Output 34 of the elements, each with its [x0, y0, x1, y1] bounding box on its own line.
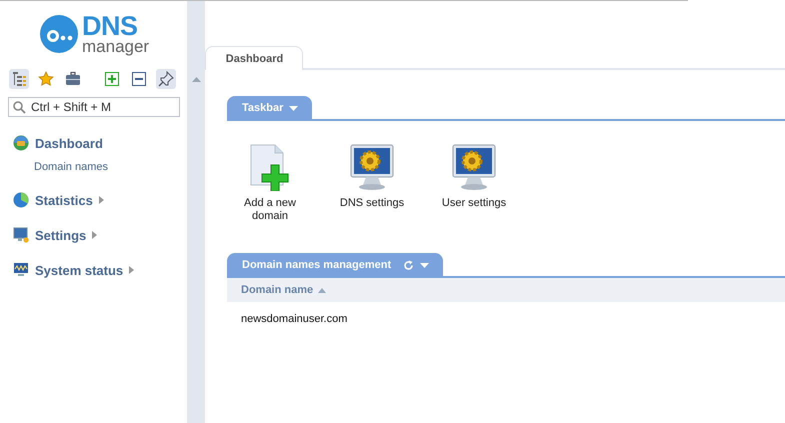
menu-item[interactable]: System status	[35, 262, 124, 278]
caret-icon	[129, 266, 134, 274]
pin-button[interactable]	[156, 69, 176, 89]
shortcut-label[interactable]: User settings	[438, 197, 510, 210]
favorites-button[interactable]	[36, 69, 56, 89]
table-cell[interactable]: newsdomainuser.com	[241, 313, 348, 325]
caret-icon	[98, 196, 104, 204]
shortcut-label[interactable]: Add a new domain	[234, 197, 306, 223]
collapse-all-button[interactable]	[129, 69, 149, 89]
dropdown-icon[interactable]	[420, 262, 430, 268]
globe-icon	[13, 135, 29, 151]
logo-icon	[40, 15, 78, 53]
menu-item[interactable]: Settings	[35, 228, 86, 242]
menu-item[interactable]: Dashboard	[35, 136, 103, 150]
pie-chart-icon	[13, 192, 29, 208]
monitor-gear-icon[interactable]	[348, 143, 396, 191]
shortcut-label[interactable]: DNS settings	[336, 197, 408, 210]
expand-all-button[interactable]	[102, 69, 122, 89]
monitor-gear-icon	[13, 227, 29, 243]
logo-text: DNS	[82, 13, 139, 40]
dropdown-icon	[289, 106, 298, 110]
submenu-item[interactable]: Domain names	[34, 161, 187, 173]
tab[interactable]: Dashboard	[205, 46, 303, 70]
logo-subtitle: manager	[82, 38, 150, 55]
tree-view-button[interactable]	[9, 69, 29, 89]
search-icon	[13, 101, 26, 114]
monitor-pulse-icon	[13, 262, 29, 278]
caret-icon	[92, 231, 98, 239]
column-header[interactable]: Domain name	[241, 284, 326, 296]
scrollbar[interactable]	[187, 0, 205, 423]
menu-item[interactable]: Statistics	[35, 192, 93, 208]
search-field[interactable]: Ctrl + Shift + M	[8, 97, 180, 117]
refresh-icon[interactable]	[403, 260, 414, 270]
monitor-gear-icon[interactable]	[450, 143, 498, 191]
